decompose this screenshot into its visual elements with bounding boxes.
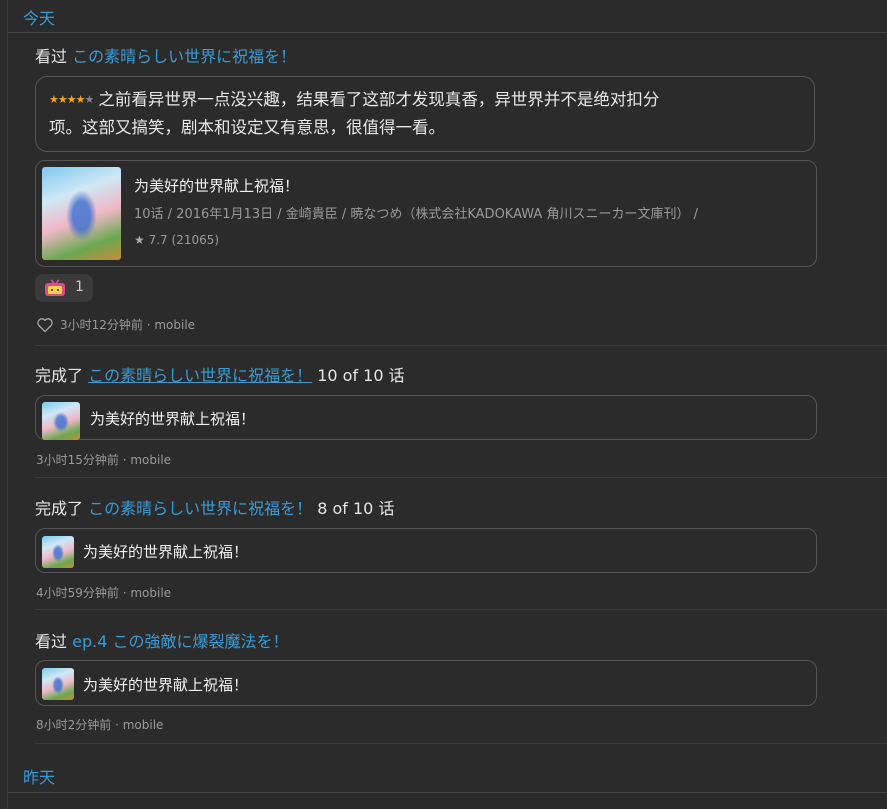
comment-box: ★★★★★ 之前看异世界一点没兴趣，结果看了这部才发现真香，异世界并不是绝对扣分 … xyxy=(35,76,815,152)
subject-cover-image[interactable] xyxy=(42,167,121,260)
episode-title[interactable]: この強敵に爆裂魔法を！ xyxy=(112,632,288,651)
subject-link[interactable]: この素晴らしい世界に祝福を！ xyxy=(88,366,312,385)
star-empty-icon: ★ xyxy=(84,93,95,106)
comment-text-continued: 项。这部又搞笑，剧本和设定又有意思，很值得一看。 xyxy=(49,118,445,137)
star-icon: ★ xyxy=(134,233,145,247)
episode-link[interactable]: ep.4 この強敵に爆裂魔法を！ xyxy=(72,632,288,651)
timeline-entry: 看过 この素晴らしい世界に祝福を！ xyxy=(35,46,817,68)
action-label: 完成了 xyxy=(35,366,84,385)
day-header-today: 今天 xyxy=(7,0,887,33)
episode-number[interactable]: ep.4 xyxy=(72,632,107,651)
subject-cover-image[interactable] xyxy=(42,536,74,568)
reaction-count: 1 xyxy=(75,279,84,295)
star-icon: ★ xyxy=(57,93,68,106)
action-label: 完成了 xyxy=(35,499,84,518)
action-label: 看过 xyxy=(35,632,68,651)
heart-icon[interactable] xyxy=(36,317,54,333)
divider xyxy=(35,609,887,610)
subject-card-title[interactable]: 为美好的世界献上祝福！ xyxy=(83,541,248,562)
star-icon: ★ xyxy=(49,93,59,106)
meta-text: 3小时12分钟前 · mobile xyxy=(60,318,196,332)
votes: (21065) xyxy=(171,233,220,247)
rating-stars: ★★★★★ xyxy=(49,93,95,106)
timeline-entry: 看过 ep.4 この強敵に爆裂魔法を！ xyxy=(35,631,817,653)
divider xyxy=(35,345,887,346)
subject-card-rating: ★ 7.7 (21065) xyxy=(134,233,219,247)
score: 7.7 xyxy=(148,233,168,247)
subject-cover-image[interactable] xyxy=(42,402,80,440)
reaction-button[interactable]: 1 xyxy=(35,274,93,302)
subject-link[interactable]: この素晴らしい世界に祝福を！ xyxy=(72,47,296,66)
star-icon: ★ xyxy=(75,93,86,106)
divider xyxy=(35,743,887,744)
entry-title: 看过 この素晴らしい世界に祝福を！ xyxy=(35,46,817,68)
subject-card-title[interactable]: 为美好的世界献上祝福！ xyxy=(90,408,255,429)
timeline-entry: 完成了 この素晴らしい世界に祝福を！ 8 of 10 话 xyxy=(35,498,817,520)
entry-meta: 3小时15分钟前 · mobile xyxy=(36,453,172,467)
entry-meta: 8小时2分钟前 · mobile xyxy=(36,718,164,732)
comment-text: 之前看异世界一点没兴趣，结果看了这部才发现真香，异世界并不是绝对扣分 xyxy=(98,90,660,109)
action-label: 看过 xyxy=(35,47,68,66)
subject-card[interactable]: 为美好的世界献上祝福！ xyxy=(35,395,817,440)
timeline-rule xyxy=(7,0,8,809)
entry-meta: 4小时59分钟前 · mobile xyxy=(36,586,172,600)
day-label: 今天 xyxy=(23,9,56,28)
subject-cover-image[interactable] xyxy=(42,668,74,700)
subject-card-title[interactable]: 为美好的世界献上祝福！ xyxy=(83,674,248,695)
entry-title: 完成了 この素晴らしい世界に祝福を！ 10 of 10 话 xyxy=(35,365,817,387)
progress-text: 10 of 10 话 xyxy=(317,366,405,385)
entry-title: 看过 ep.4 この強敵に爆裂魔法を！ xyxy=(35,631,817,653)
subject-card[interactable]: 为美好的世界献上祝福！ xyxy=(35,660,817,706)
subject-link[interactable]: この素晴らしい世界に祝福を！ xyxy=(88,499,312,518)
day-label: 昨天 xyxy=(23,768,56,787)
timeline-entry: 完成了 この素晴らしい世界に祝福を！ 10 of 10 话 xyxy=(35,365,817,387)
subject-card[interactable]: 为美好的世界献上祝福！ xyxy=(35,528,817,573)
tv-icon xyxy=(45,279,65,296)
subject-card-title[interactable]: 为美好的世界献上祝福！ xyxy=(134,175,299,196)
subject-card[interactable]: 为美好的世界献上祝福！ 10话 / 2016年1月13日 / 金崎貴臣 / 暁な… xyxy=(35,160,817,267)
entry-title: 完成了 この素晴らしい世界に祝福を！ 8 of 10 话 xyxy=(35,498,817,520)
star-icon: ★ xyxy=(66,93,77,106)
subject-card-info: 10话 / 2016年1月13日 / 金崎貴臣 / 暁なつめ（株式会社KADOK… xyxy=(134,207,698,222)
day-header-yesterday: 昨天 xyxy=(7,759,887,793)
divider xyxy=(35,477,887,478)
progress-text: 8 of 10 话 xyxy=(317,499,395,518)
entry-meta: 3小时12分钟前 · mobile xyxy=(36,316,195,333)
